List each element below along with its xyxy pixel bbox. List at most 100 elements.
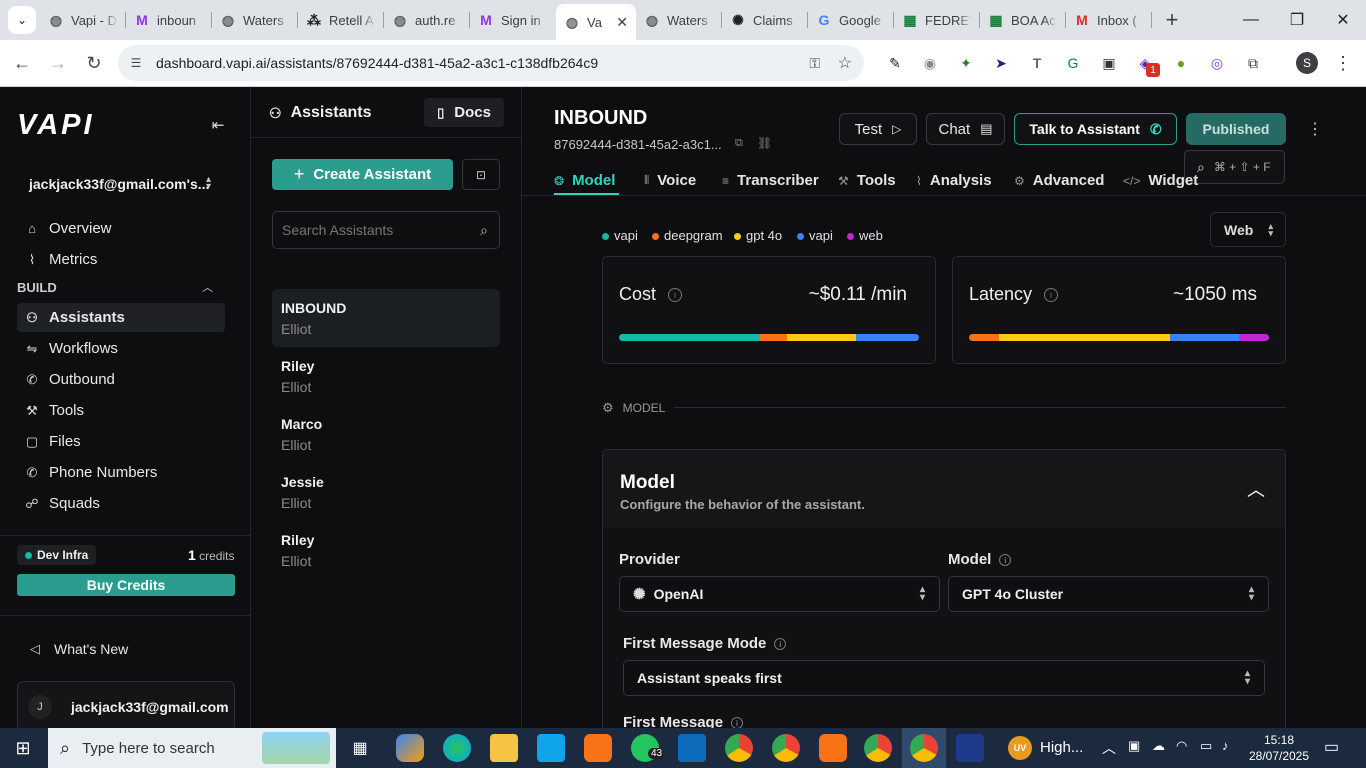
sidebar-item-files[interactable]: ▢ Files — [17, 427, 225, 456]
wifi-icon[interactable]: ◠ — [1176, 738, 1187, 754]
edge-icon[interactable] — [443, 734, 471, 762]
whats-new-link[interactable]: ◁ What's New — [30, 641, 128, 657]
search-assistants-input[interactable] — [282, 222, 467, 238]
info-icon[interactable]: i — [774, 638, 787, 651]
send-extension-icon[interactable]: ➤ — [990, 52, 1012, 74]
file-explorer-icon[interactable] — [490, 734, 518, 762]
tab-advanced[interactable]: ⚙ Advanced — [1014, 172, 1104, 189]
collapse-sidebar-icon[interactable]: ⇤ — [208, 115, 228, 135]
sidebar-item-phone-numbers[interactable]: ✆ Phone Numbers — [17, 458, 225, 487]
browser-tab[interactable]: M Inbox ( — [1066, 4, 1152, 36]
docs-button[interactable]: ▯ Docs — [424, 98, 504, 127]
bookmark-star-icon[interactable]: ☆ — [838, 53, 852, 73]
vapi-logo[interactable]: VAPI — [17, 109, 95, 142]
copilot-icon[interactable] — [396, 734, 424, 762]
sidebar-item-metrics[interactable]: ⌇ Metrics — [17, 245, 225, 274]
sidebar-item-squads[interactable]: ☍ Squads — [17, 489, 225, 518]
camera-extension-icon[interactable]: ◉ — [919, 52, 941, 74]
info-icon[interactable]: i — [1044, 288, 1059, 303]
eyedropper-extension-icon[interactable]: ✎ — [884, 52, 906, 74]
model-card-header[interactable]: Model Configure the behavior of the assi… — [603, 450, 1285, 528]
browser-tab[interactable]: ▦ FEDREV — [894, 4, 980, 36]
sidebar-item-tools[interactable]: ⚒ Tools — [17, 396, 225, 425]
copy-id-icon[interactable]: ⧉ — [735, 137, 743, 150]
weather-label[interactable]: High... — [1040, 739, 1083, 756]
chrome-icon[interactable] — [864, 734, 892, 762]
browser-tab[interactable]: ⁂ Retell A — [298, 4, 384, 36]
profile-avatar[interactable]: S — [1296, 52, 1318, 74]
user-menu-card[interactable]: J jackjack33f@gmail.com — [17, 681, 235, 731]
circle-extension-icon[interactable]: ◎ — [1206, 52, 1228, 74]
sidebar-item-workflows[interactable]: ⇋ Workflows — [17, 334, 225, 363]
meet-now-icon[interactable]: ▣ — [1128, 738, 1140, 754]
browser-tab[interactable]: ◍ Waters — [636, 4, 722, 36]
collapse-build-chevron-icon[interactable]: ︿ — [202, 279, 213, 295]
collapse-chevron-icon[interactable]: ︿ — [1247, 476, 1265, 502]
new-tab-button[interactable]: + — [1158, 6, 1186, 34]
more-options-icon[interactable]: ⋮ — [1307, 119, 1323, 139]
model-select[interactable]: GPT 4o Cluster ▴ ▾ — [948, 576, 1269, 612]
tab-transcriber[interactable]: ≡ Transcriber — [722, 172, 819, 189]
chat-button[interactable]: Chat ▤ — [926, 113, 1005, 145]
assistant-list-item[interactable]: INBOUND Elliot — [272, 289, 500, 347]
test-button[interactable]: Test ▷ — [839, 113, 917, 145]
forward-button[interactable]: → — [40, 45, 76, 81]
clock[interactable]: 15:18 28/07/2025 — [1248, 732, 1310, 764]
create-assistant-button[interactable]: + Create Assistant — [272, 159, 453, 190]
search-assistants-field[interactable]: ⌕ — [272, 211, 500, 249]
buy-credits-button[interactable]: Buy Credits — [17, 574, 235, 596]
grammarly-extension-icon[interactable]: G — [1062, 52, 1084, 74]
task-view-icon[interactable]: ▦ — [346, 734, 374, 762]
windows-start-icon[interactable]: ⊞ — [12, 738, 34, 758]
browser-tab[interactable]: ◍ Vapi - D — [40, 4, 126, 36]
new-folder-button[interactable]: ⊡ — [462, 159, 500, 190]
snipping-tool-icon[interactable] — [956, 734, 984, 762]
assistant-list-item[interactable]: Riley Elliot — [272, 521, 500, 579]
sidebar-item-assistants[interactable]: ⚇ Assistants — [17, 303, 225, 332]
battery-icon[interactable]: ▭ — [1200, 738, 1212, 754]
account-switcher-chevron-icon[interactable]: ▴ ▾ — [206, 175, 211, 192]
assistant-list-item[interactable]: Riley Elliot — [272, 347, 500, 405]
tab-voice[interactable]: ⦀ Voice — [644, 172, 696, 189]
tab-tools[interactable]: ⚒ Tools — [838, 172, 896, 189]
browser-menu-icon[interactable]: ⋮ — [1332, 52, 1354, 74]
maximize-button[interactable]: ❐ — [1274, 8, 1320, 32]
close-tab-icon[interactable]: ✕ — [616, 14, 628, 31]
sidebar-item-overview[interactable]: ⌂ Overview — [17, 214, 225, 243]
store-icon[interactable] — [537, 734, 565, 762]
link-icon[interactable]: ⛓ — [757, 136, 772, 150]
back-button[interactable]: ← — [4, 45, 40, 81]
puzzle-extension-icon[interactable]: ✦ — [955, 52, 977, 74]
browser-tab[interactable]: ✺ Claims — [722, 4, 808, 36]
provider-select[interactable]: ✺ OpenAI ▴ ▾ — [619, 576, 940, 612]
channel-select[interactable]: Web ▴ ▾ — [1210, 212, 1286, 247]
browser-tab[interactable]: ◍ auth.re — [384, 4, 470, 36]
first-message-mode-select[interactable]: Assistant speaks first ▴ ▾ — [623, 660, 1265, 696]
notification-icon[interactable]: ▭ — [1324, 737, 1339, 757]
omnibox[interactable]: ☰ dashboard.vapi.ai/assistants/87692444-… — [118, 45, 864, 81]
outlook-icon[interactable] — [678, 734, 706, 762]
minimize-button[interactable]: — — [1228, 8, 1274, 32]
assistant-list-item[interactable]: Marco Elliot — [272, 405, 500, 463]
tab-widget[interactable]: </> Widget — [1123, 172, 1198, 189]
text-extension-icon[interactable]: T — [1026, 52, 1048, 74]
tab-model[interactable]: ❂ Model — [554, 172, 615, 189]
location-extension-icon[interactable]: ● — [1170, 52, 1192, 74]
tray-chevron-icon[interactable]: ︿ — [1102, 738, 1116, 758]
chrome-icon[interactable] — [772, 734, 800, 762]
brave-icon[interactable] — [584, 734, 612, 762]
inbox-extension-icon[interactable]: ▣ — [1098, 52, 1120, 74]
uv-weather-icon[interactable]: UV — [1008, 736, 1032, 760]
reload-button[interactable]: ↻ — [76, 45, 112, 81]
brave-icon[interactable] — [819, 734, 847, 762]
taskbar-search-box[interactable]: ⌕ Type here to search — [48, 728, 336, 768]
browser-tab[interactable]: G Google — [808, 4, 894, 36]
browser-tab[interactable]: M Sign in — [470, 4, 556, 36]
browser-tab[interactable]: ▦ BOA Ac — [980, 4, 1066, 36]
talk-to-assistant-button[interactable]: Talk to Assistant ✆ — [1014, 113, 1177, 145]
browser-tab[interactable]: Minboun — [126, 4, 212, 36]
info-icon[interactable]: i — [668, 288, 683, 303]
command-search-button[interactable]: ⌕ ⌘ + ⇧ + F — [1184, 150, 1285, 184]
browser-tab[interactable]: ◍ Waters — [212, 4, 298, 36]
extensions-puzzle-icon[interactable]: ⧉ — [1242, 52, 1264, 74]
